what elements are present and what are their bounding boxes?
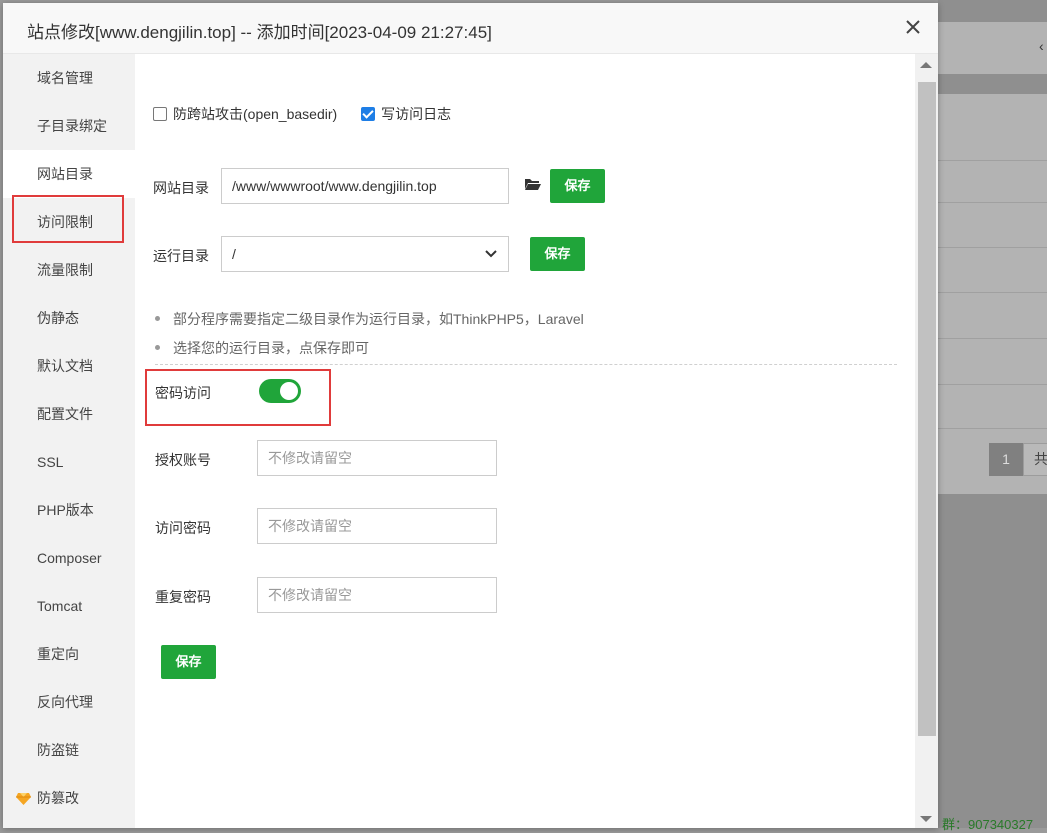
background-row-divider [938, 338, 1047, 339]
sidebar-item-traffic[interactable]: 流量限制 [3, 246, 135, 294]
sidebar-item-subdir[interactable]: 子目录绑定 [3, 102, 135, 150]
account-label: 授权账号 [155, 452, 211, 468]
tip-item: 选择您的运行目录，点保存即可 [155, 338, 369, 358]
tip-item: 部分程序需要指定二级目录作为运行目录，如ThinkPHP5，Laravel [155, 309, 584, 329]
sidebar-item-domain[interactable]: 域名管理 [3, 54, 135, 102]
sidebar-item-site-dir[interactable]: 网站目录 [3, 150, 135, 198]
sidebar-item-hotlink[interactable]: 防盗链 [3, 726, 135, 774]
access-log-checkbox[interactable] [361, 107, 376, 121]
sidebar-item-composer[interactable]: Composer [3, 534, 135, 582]
scroll-down-arrow-icon[interactable] [920, 816, 932, 822]
background-row-divider [938, 202, 1047, 203]
sidebar-item-config[interactable]: 配置文件 [3, 390, 135, 438]
sidebar-item-tamper-proof[interactable]: 防篡改 [3, 774, 135, 822]
diamond-icon [16, 793, 31, 805]
background-footer-text: 群：907340327 [942, 817, 1034, 832]
password-save-button[interactable]: 保存 [161, 645, 216, 679]
folder-open-icon[interactable] [524, 176, 542, 192]
sidebar: 域名管理 子目录绑定 网站目录 访问限制 流量限制 伪静态 默认文档 配置文件 … [3, 54, 135, 828]
background-header [938, 22, 1047, 74]
dialog-titlebar: 站点修改[www.dengjilin.top] -- 添加时间[2023-04-… [3, 3, 938, 54]
sidebar-item-default-doc[interactable]: 默认文档 [3, 342, 135, 390]
account-input[interactable]: 不修改请留空 [257, 440, 497, 476]
sidebar-item-tomcat[interactable]: Tomcat [3, 582, 135, 630]
background-caret: ‹ [1039, 38, 1044, 54]
background-row-divider [938, 160, 1047, 161]
background-row-divider [938, 384, 1047, 385]
options-row: 防跨站攻击(open_basedir) 写访问日志 [153, 104, 451, 124]
sidebar-item-rewrite[interactable]: 伪静态 [3, 294, 135, 342]
repeat-password-label: 重复密码 [155, 589, 211, 605]
sidebar-item-redirect[interactable]: 重定向 [3, 630, 135, 678]
toggle-knob [280, 382, 298, 400]
run-dir-label: 运行目录 [153, 248, 209, 264]
site-dir-input[interactable]: /www/wwwroot/www.dengjilin.top [221, 168, 509, 204]
anti-xss-label: 防跨站攻击(open_basedir) [173, 106, 338, 122]
sidebar-item-php-version[interactable]: PHP版本 [3, 486, 135, 534]
run-dir-selected-value: / [232, 246, 236, 262]
chevron-down-icon [485, 250, 497, 258]
sidebar-item-reverse-proxy[interactable]: 反向代理 [3, 678, 135, 726]
anti-xss-checkbox[interactable] [153, 107, 167, 121]
password-access-toggle[interactable] [259, 379, 301, 403]
background-row-divider [938, 247, 1047, 248]
site-dir-panel: 防跨站攻击(open_basedir) 写访问日志 网站目录 /www/wwwr… [135, 54, 915, 828]
background-pager-total: 共 [1023, 443, 1047, 476]
divider [155, 364, 897, 365]
run-dir-select[interactable]: / [221, 236, 509, 272]
background-row-divider [938, 428, 1047, 429]
password-label: 访问密码 [155, 520, 211, 536]
background-table [938, 94, 1047, 494]
background-pager-current: 1 [989, 443, 1023, 476]
close-icon [906, 20, 920, 34]
sidebar-item-ssl[interactable]: SSL [3, 438, 135, 486]
site-edit-dialog: 站点修改[www.dengjilin.top] -- 添加时间[2023-04-… [3, 3, 938, 828]
close-button[interactable] [900, 14, 926, 40]
sidebar-item-access-limit[interactable]: 访问限制 [3, 198, 135, 246]
background-row-divider [938, 292, 1047, 293]
access-log-label: 写访问日志 [381, 106, 452, 122]
site-dir-label: 网站目录 [153, 180, 209, 196]
run-dir-save-button[interactable]: 保存 [530, 237, 585, 271]
scroll-thumb[interactable] [918, 82, 936, 736]
content-scrollbar[interactable] [915, 54, 938, 828]
repeat-password-input[interactable]: 不修改请留空 [257, 577, 497, 613]
dialog-title: 站点修改[www.dengjilin.top] -- 添加时间[2023-04-… [27, 23, 492, 42]
scroll-up-arrow-icon[interactable] [920, 62, 932, 68]
site-dir-save-button[interactable]: 保存 [550, 169, 605, 203]
sidebar-item-label: 防篡改 [37, 790, 79, 806]
password-input[interactable]: 不修改请留空 [257, 508, 497, 544]
password-access-label: 密码访问 [155, 385, 211, 401]
